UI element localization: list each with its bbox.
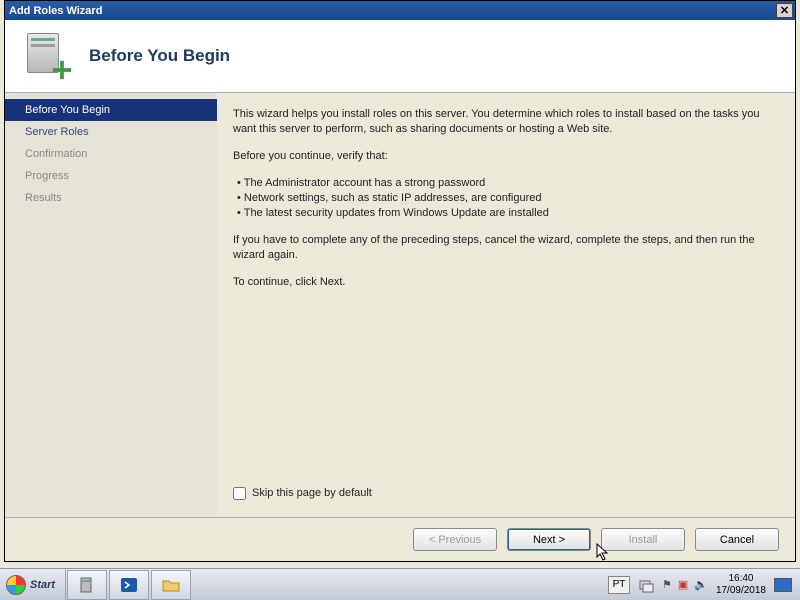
taskbar: Start PT ⚑ ▣ 🔈 16:40 17/09/2018 <box>0 568 800 600</box>
sidebar-item-progress[interactable]: Progress <box>5 165 217 187</box>
skip-page-checkbox[interactable] <box>233 487 246 500</box>
taskbar-app-explorer[interactable] <box>151 570 191 600</box>
system-tray: PT ⚑ ▣ 🔈 16:40 17/09/2018 <box>600 569 800 600</box>
bullet-item: The latest security updates from Windows… <box>237 206 775 221</box>
wizard-window: Add Roles Wizard ✕ Before You Begin Befo… <box>4 0 796 562</box>
language-indicator[interactable]: PT <box>608 576 630 594</box>
sidebar-item-before-you-begin[interactable]: Before You Begin <box>5 99 217 121</box>
preceding-text: If you have to complete any of the prece… <box>233 233 775 263</box>
wizard-footer: < Previous Next > Install Cancel <box>5 517 795 561</box>
titlebar[interactable]: Add Roles Wizard ✕ <box>5 1 795 20</box>
continue-text: To continue, click Next. <box>233 275 775 290</box>
bullet-item: The Administrator account has a strong p… <box>237 176 775 191</box>
bullet-item: Network settings, such as static IP addr… <box>237 191 775 206</box>
powershell-icon <box>119 576 139 594</box>
skip-page-label: Skip this page by default <box>252 486 372 501</box>
verify-heading: Before you continue, verify that: <box>233 149 775 164</box>
intro-text: This wizard helps you install roles on t… <box>233 107 775 137</box>
cancel-button[interactable]: Cancel <box>695 528 779 551</box>
wizard-body: Before You Begin Server Roles Confirmati… <box>5 92 795 517</box>
close-icon: ✕ <box>780 4 789 17</box>
previous-button: < Previous <box>413 528 497 551</box>
windows-orb-icon <box>6 575 26 595</box>
step-sidebar: Before You Begin Server Roles Confirmati… <box>5 93 217 517</box>
tray-devices-icon[interactable] <box>638 577 654 593</box>
page-title: Before You Begin <box>89 46 230 66</box>
taskbar-apps <box>66 569 192 600</box>
volume-icon[interactable]: 🔈 <box>694 578 708 591</box>
server-role-icon <box>23 31 73 81</box>
show-desktop-icon[interactable] <box>774 578 792 592</box>
install-button: Install <box>601 528 685 551</box>
clock[interactable]: 16:40 17/09/2018 <box>716 573 766 597</box>
close-button[interactable]: ✕ <box>776 3 793 18</box>
sidebar-item-server-roles[interactable]: Server Roles <box>5 121 217 143</box>
wizard-content: This wizard helps you install roles on t… <box>217 93 795 517</box>
skip-page-checkbox-row[interactable]: Skip this page by default <box>233 486 775 501</box>
wizard-header: Before You Begin <box>5 20 795 92</box>
start-button[interactable]: Start <box>0 569 66 600</box>
taskbar-app-server-manager[interactable] <box>67 570 107 600</box>
start-label: Start <box>30 579 55 591</box>
verify-bullets: The Administrator account has a strong p… <box>237 176 775 221</box>
network-icon[interactable]: ▣ <box>678 578 688 591</box>
folder-icon <box>161 576 181 594</box>
taskbar-app-powershell[interactable] <box>109 570 149 600</box>
sidebar-item-results[interactable]: Results <box>5 187 217 209</box>
next-button[interactable]: Next > <box>507 528 591 551</box>
clock-date: 17/09/2018 <box>716 585 766 597</box>
clock-time: 16:40 <box>716 573 766 585</box>
sidebar-item-confirmation[interactable]: Confirmation <box>5 143 217 165</box>
window-title: Add Roles Wizard <box>9 5 102 17</box>
server-manager-icon <box>77 576 97 594</box>
flag-icon[interactable]: ⚑ <box>662 578 672 591</box>
